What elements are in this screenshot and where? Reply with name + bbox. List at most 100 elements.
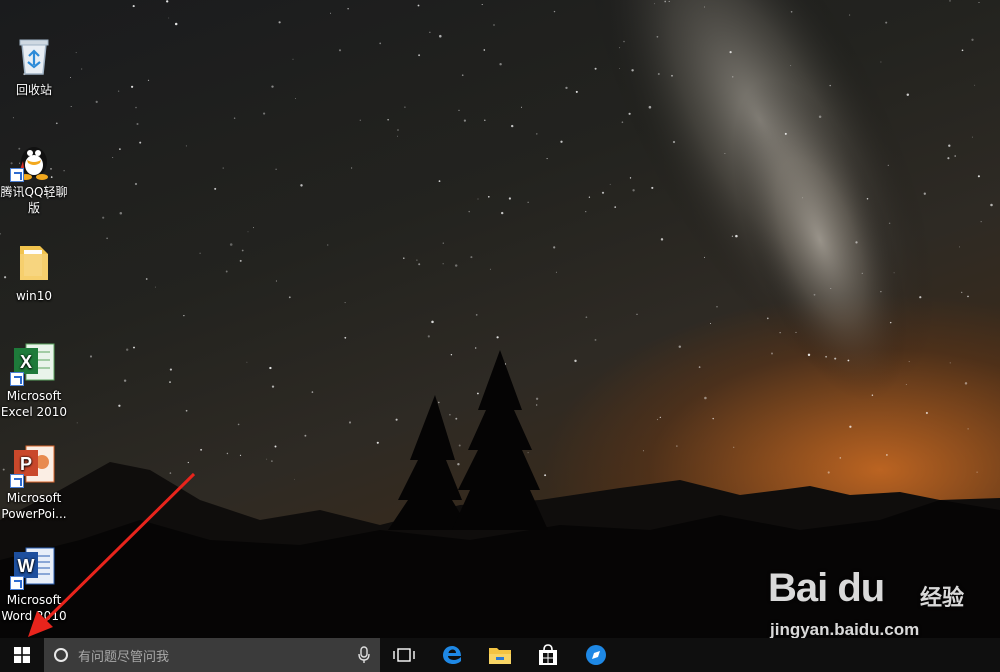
- taskbar-maps-button[interactable]: [572, 638, 620, 672]
- star: [906, 93, 910, 96]
- star: [347, 8, 349, 10]
- star: [959, 246, 960, 248]
- star: [185, 409, 188, 412]
- star: [976, 471, 978, 473]
- star: [278, 21, 281, 24]
- star: [511, 124, 514, 128]
- star: [477, 198, 479, 200]
- star: [527, 452, 529, 454]
- star: [300, 184, 303, 187]
- star: [266, 458, 268, 460]
- star: [229, 243, 233, 246]
- star: [818, 115, 822, 119]
- star: [397, 129, 399, 131]
- maps-icon: [586, 645, 606, 665]
- star: [980, 221, 982, 223]
- star: [89, 355, 93, 358]
- star: [790, 10, 793, 13]
- star: [403, 257, 405, 259]
- shortcut-arrow-icon: [10, 576, 24, 590]
- qq-icon: [10, 136, 56, 182]
- star: [648, 105, 652, 109]
- star: [889, 321, 892, 324]
- task-view-button[interactable]: [380, 638, 428, 672]
- star: [458, 109, 460, 111]
- star: [418, 54, 421, 57]
- star: [133, 346, 135, 349]
- svg-text:X: X: [20, 352, 32, 372]
- taskbar-file-explorer-button[interactable]: [476, 638, 524, 672]
- star: [481, 3, 483, 6]
- start-button[interactable]: [0, 638, 44, 672]
- star: [521, 106, 522, 108]
- star: [442, 263, 444, 265]
- star: [241, 249, 244, 252]
- desktop-icon-excel[interactable]: X Microsoft Excel 2010: [0, 340, 68, 420]
- star: [457, 463, 460, 466]
- star: [501, 211, 504, 215]
- taskbar-store-button[interactable]: [524, 638, 572, 672]
- star: [609, 183, 611, 185]
- star: [560, 140, 563, 143]
- star: [269, 366, 272, 370]
- star: [136, 122, 139, 126]
- star: [849, 14, 851, 16]
- star: [961, 49, 964, 52]
- star: [117, 90, 120, 92]
- star: [487, 195, 490, 198]
- taskbar-edge-button[interactable]: [428, 638, 476, 672]
- star: [729, 51, 732, 54]
- star: [475, 314, 478, 316]
- search-box[interactable]: 有问题尽管问我: [44, 638, 380, 672]
- desktop-icon-powerpoint[interactable]: P Microsoft PowerPoi...: [0, 442, 68, 522]
- star: [861, 272, 863, 275]
- star: [145, 278, 148, 280]
- star: [676, 445, 678, 447]
- star: [623, 40, 625, 43]
- desktop-icon-word[interactable]: W Microsoft Word 2010: [0, 544, 68, 624]
- desktop: 回收站 腾讯QQ轻聊版 win10 X Microsoft Excel 2010…: [0, 0, 1000, 672]
- star: [75, 52, 77, 54]
- star: [438, 180, 441, 182]
- star: [954, 155, 956, 157]
- star: [919, 296, 922, 299]
- shortcut-arrow-icon: [10, 168, 24, 182]
- desktop-icon-recycle-bin[interactable]: 回收站: [0, 34, 68, 98]
- star: [427, 335, 430, 338]
- desktop-icon-label: win10: [15, 289, 53, 303]
- taskbar: 有问题尽管问我: [0, 638, 1000, 672]
- star: [555, 271, 557, 273]
- star: [496, 336, 499, 339]
- microphone-icon[interactable]: [358, 646, 370, 664]
- star: [274, 445, 277, 448]
- star: [880, 291, 882, 293]
- star: [119, 211, 123, 215]
- star: [830, 287, 832, 289]
- star: [437, 401, 440, 404]
- star: [499, 62, 502, 66]
- star: [454, 264, 458, 267]
- star: [418, 263, 421, 266]
- star: [802, 197, 804, 199]
- star: [461, 74, 464, 77]
- star: [923, 192, 926, 195]
- star: [710, 323, 711, 324]
- star: [893, 272, 895, 274]
- star: [949, 0, 951, 2]
- star: [827, 471, 830, 474]
- desktop-icon-label: Microsoft PowerPoi...: [1, 491, 67, 521]
- star: [294, 478, 295, 480]
- star: [619, 47, 621, 49]
- watermark-brand-cn: 经验: [920, 586, 965, 611]
- star: [632, 189, 635, 192]
- search-placeholder: 有问题尽管问我: [78, 649, 170, 665]
- star: [631, 69, 634, 72]
- desktop-icon-win10-folder[interactable]: win10: [0, 240, 68, 304]
- desktop-icon-qq[interactable]: 腾讯QQ轻聊版: [0, 136, 68, 216]
- star: [977, 175, 980, 178]
- star: [660, 238, 664, 241]
- svg-text:P: P: [20, 454, 32, 474]
- star: [656, 418, 659, 421]
- star: [70, 77, 71, 78]
- star: [271, 85, 274, 88]
